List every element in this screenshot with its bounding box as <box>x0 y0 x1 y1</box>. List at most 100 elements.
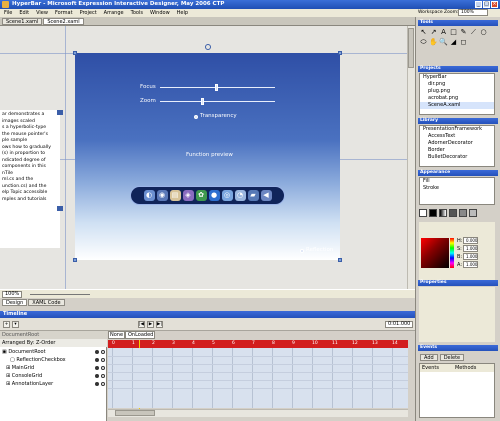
color-h-field[interactable]: 0.000 <box>463 237 478 244</box>
first-frame-icon[interactable]: |◀ <box>138 321 145 328</box>
resource-brush-swatch[interactable] <box>459 209 467 217</box>
dock-icon-6[interactable]: ● <box>208 190 220 201</box>
pen-tool-icon[interactable]: ✎ <box>459 28 468 37</box>
eye-icon[interactable] <box>95 366 99 370</box>
tab-xaml-code[interactable]: XAML Code <box>28 299 65 306</box>
tile-brush-swatch[interactable] <box>449 209 457 217</box>
close-button[interactable]: × <box>491 1 498 8</box>
solid-brush-swatch[interactable] <box>429 209 437 217</box>
resize-handle-br[interactable] <box>338 258 342 262</box>
library-item[interactable]: PresentationFramework <box>420 126 494 133</box>
resize-handle-tl[interactable] <box>73 51 77 55</box>
workspace-zoom-box[interactable]: 100% <box>458 9 488 16</box>
library-item[interactable]: BulletDecorator <box>420 154 494 161</box>
lock-icon[interactable] <box>101 382 105 386</box>
stroke-row[interactable]: Stroke <box>420 185 494 192</box>
menu-format[interactable]: Format <box>55 10 73 16</box>
dock-icon-5[interactable]: ✿ <box>195 190 207 201</box>
zoom-level-box[interactable]: 100% <box>2 290 23 298</box>
dock-icon-8[interactable]: ◔ <box>234 190 246 201</box>
gradient-brush-swatch[interactable] <box>439 209 447 217</box>
color-s-field[interactable]: 1.000 <box>463 245 478 252</box>
project-item[interactable]: SceneA.xaml <box>420 102 494 109</box>
dock-icon-10[interactable]: ◀ <box>260 190 272 201</box>
play-icon[interactable]: ▶ <box>147 321 154 328</box>
library-item[interactable]: AdornerDecorator <box>420 140 494 147</box>
dock-icon-7[interactable]: ◎ <box>221 190 233 201</box>
project-item[interactable]: plug.png <box>420 88 494 95</box>
gradient-tool-icon[interactable]: ◢ <box>449 38 458 47</box>
rectangle-tool-icon[interactable]: □ <box>449 28 458 37</box>
zoom-slider-track[interactable] <box>160 101 275 102</box>
project-item[interactable]: dir.png <box>420 81 494 88</box>
eye-icon[interactable] <box>95 382 99 386</box>
text-tool-icon[interactable]: A <box>439 28 448 37</box>
line-tool-icon[interactable]: ⟋ <box>469 28 478 37</box>
fill-row[interactable]: Fill <box>420 178 494 185</box>
zoom-tool-icon[interactable]: 🔍 <box>439 38 448 47</box>
tab-scene1[interactable]: Scene1.xaml <box>2 18 43 25</box>
transparency-checkbox[interactable] <box>194 115 198 119</box>
menu-arrange[interactable]: Arrange <box>104 10 124 16</box>
menu-help[interactable]: Help <box>177 10 188 16</box>
tab-design[interactable]: Design <box>2 299 28 306</box>
timeline-onloaded-tab[interactable]: OnLoaded <box>125 331 155 339</box>
tree-row-consolegrid[interactable]: ⊞ ConsoleGrid <box>0 372 107 380</box>
no-brush-swatch[interactable] <box>419 209 427 217</box>
selection-tool-icon[interactable]: ↖ <box>419 28 428 37</box>
menu-tools[interactable]: Tools <box>131 10 143 16</box>
subselection-tool-icon[interactable]: ↗ <box>429 28 438 37</box>
menu-window[interactable]: Window <box>150 10 170 16</box>
tree-row-annotationlayer[interactable]: ⊞ AnnotationLayer <box>0 380 107 388</box>
hue-slider[interactable] <box>450 238 454 268</box>
dock-icon-9[interactable]: ▰ <box>247 190 259 201</box>
focus-slider-thumb[interactable] <box>215 84 219 91</box>
dock-icon-4[interactable]: ◈ <box>182 190 194 201</box>
oval-tool-icon[interactable]: ⬭ <box>419 38 428 47</box>
dock-icon-2[interactable]: ◉ <box>156 190 168 201</box>
canvas-scroll-thumb[interactable] <box>408 28 414 68</box>
dock-icon-3[interactable]: ▤ <box>169 190 181 201</box>
resize-handle-bl[interactable] <box>73 258 77 262</box>
ellipse-tool-icon[interactable]: ○ <box>479 28 488 37</box>
last-frame-icon[interactable]: ▶| <box>156 321 163 328</box>
container-tool-icon[interactable]: ◻ <box>459 38 468 47</box>
lock-icon[interactable] <box>101 374 105 378</box>
lock-icon[interactable] <box>101 358 105 362</box>
menu-edit[interactable]: Edit <box>19 10 29 16</box>
menu-file[interactable]: File <box>4 10 12 16</box>
menu-project[interactable]: Project <box>80 10 97 16</box>
timeline-none-tab[interactable]: None <box>108 331 125 339</box>
add-event-button[interactable]: Add <box>420 354 438 361</box>
color-a-field[interactable]: 1.000 <box>463 261 478 268</box>
color-field[interactable] <box>421 238 449 268</box>
library-item[interactable]: Border <box>420 147 494 154</box>
delete-event-button[interactable]: Delete <box>439 354 465 361</box>
eye-icon[interactable] <box>95 374 99 378</box>
timeline-options-icon[interactable]: ▾ <box>12 321 19 328</box>
eye-icon[interactable] <box>95 358 99 362</box>
project-item[interactable]: acrobat.png <box>420 95 494 102</box>
tab-scene2[interactable]: Scene2.xaml <box>43 18 84 25</box>
tree-row-maingrid[interactable]: ⊞ MainGrid <box>0 364 107 372</box>
rotate-handle-icon[interactable] <box>205 44 211 50</box>
time-display[interactable]: 0:01.000 <box>385 321 413 328</box>
resize-handle-tr[interactable] <box>338 51 342 55</box>
image-brush-swatch[interactable] <box>469 209 477 217</box>
pan-tool-icon[interactable]: ✋ <box>429 38 438 47</box>
maximize-button[interactable]: □ <box>483 1 490 8</box>
timeline-keyframe-grid[interactable] <box>108 348 408 408</box>
minimize-button[interactable]: _ <box>475 1 482 8</box>
dock-icon-1[interactable]: ◐ <box>143 190 155 201</box>
lock-icon[interactable] <box>101 350 105 354</box>
menu-view[interactable]: View <box>36 10 48 16</box>
new-timeline-icon[interactable]: + <box>3 321 10 328</box>
color-b-field[interactable]: 1.000 <box>463 253 478 260</box>
tree-row-documentroot[interactable]: ▣ DocumentRoot <box>0 348 107 356</box>
zoom-slider[interactable] <box>30 293 91 295</box>
reflection-checkbox[interactable] <box>300 249 304 253</box>
library-item[interactable]: AccessText <box>420 133 494 140</box>
tree-row-reflectioncheckbox[interactable]: ▢ ReflectionCheckbox <box>0 356 107 364</box>
project-item[interactable]: HyperBar <box>420 74 494 81</box>
zoom-slider-thumb[interactable] <box>201 98 205 105</box>
